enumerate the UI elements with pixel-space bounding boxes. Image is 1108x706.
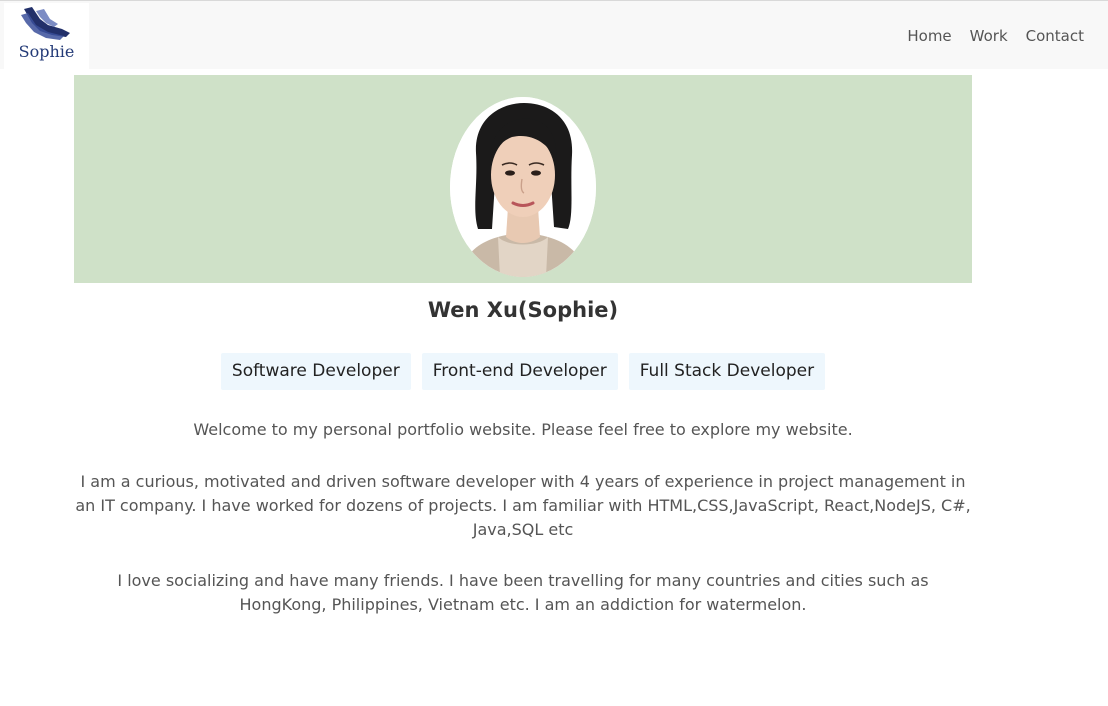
nav-work-link[interactable]: Work	[970, 27, 1008, 45]
role-tags: Software Developer Front-end Developer F…	[0, 353, 1046, 390]
nav-contact-link[interactable]: Contact	[1026, 27, 1084, 45]
hobbies-paragraph: I love socializing and have many friends…	[117, 571, 929, 614]
portrait-photo-icon	[450, 97, 596, 277]
tag-fullstack-developer: Full Stack Developer	[628, 353, 826, 390]
logo-text: Sophie	[18, 42, 75, 61]
hero-banner	[74, 75, 972, 283]
tag-software-developer: Software Developer	[220, 353, 411, 390]
book-logo-icon	[21, 7, 70, 40]
nav-home-link[interactable]: Home	[907, 27, 951, 45]
logo[interactable]: Sophie	[4, 3, 89, 69]
experience-paragraph: I am a curious, motivated and driven sof…	[75, 472, 971, 539]
profile-name: Wen Xu(Sophie)	[427, 298, 619, 322]
avatar	[450, 97, 596, 277]
tag-frontend-developer: Front-end Developer	[421, 353, 618, 390]
navbar: Sophie Home Work Contact	[0, 1, 1108, 69]
nav-links: Home Work Contact	[889, 27, 1084, 45]
welcome-paragraph: Welcome to my personal portfolio website…	[193, 420, 853, 439]
